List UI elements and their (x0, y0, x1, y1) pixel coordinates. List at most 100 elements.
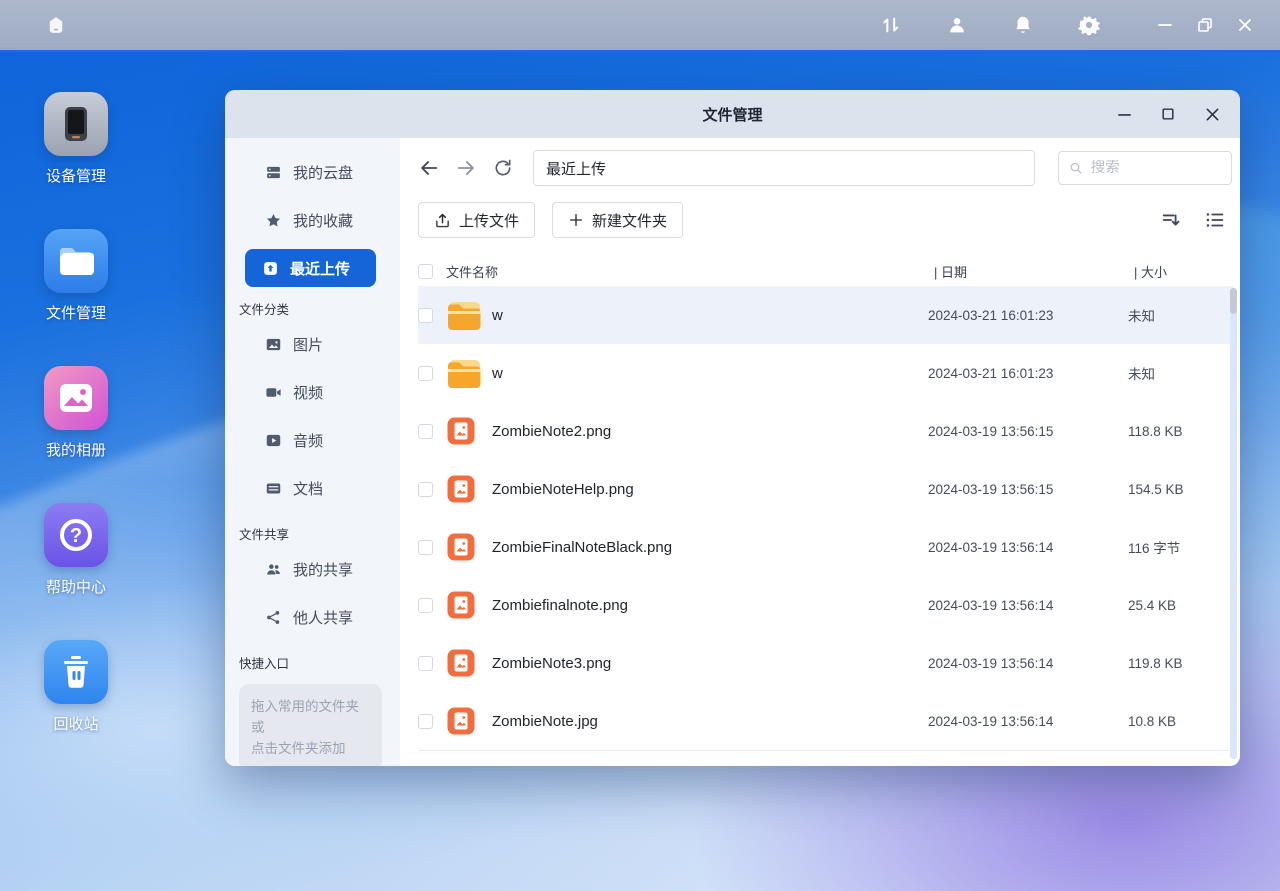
desktop-icon-file-management[interactable]: 文件管理 (34, 229, 118, 323)
sidebar-item-my-shares[interactable]: 我的共享 (225, 545, 400, 593)
row-checkbox[interactable] (418, 714, 433, 729)
table-header: 文件名称 | 日期 | 大小 (418, 256, 1240, 286)
header-file-name[interactable]: 文件名称 (446, 262, 934, 281)
select-all-checkbox[interactable] (418, 264, 433, 279)
sidebar-item-label: 我的收藏 (293, 210, 353, 231)
device-icon (44, 92, 108, 156)
sidebar-item-shared-by-others[interactable]: 他人共享 (225, 593, 400, 641)
table-row[interactable]: ZombieNoteHelp.png 2024-03-19 13:56:15 1… (418, 460, 1234, 518)
back-icon[interactable] (418, 157, 440, 179)
sidebar-item-documents[interactable]: 文档 (225, 464, 400, 512)
table-row[interactable]: ZombieFinalNoteBlack.png 2024-03-19 13:5… (418, 518, 1234, 576)
window-title: 文件管理 (702, 104, 762, 125)
document-icon (265, 480, 282, 497)
desktop-icon-label: 回收站 (53, 713, 98, 734)
image-file-icon (446, 532, 488, 562)
sidebar-item-recent-uploads[interactable]: 最近上传 (245, 249, 376, 287)
sidebar-item-audio[interactable]: 音频 (225, 416, 400, 464)
row-checkbox[interactable] (418, 366, 433, 381)
help-icon: ? (44, 503, 108, 567)
file-date: 2024-03-21 16:01:23 (928, 366, 1128, 381)
desktop-icon-help-center[interactable]: ? 帮助中心 (34, 503, 118, 597)
settings-icon[interactable] (1076, 12, 1102, 38)
forward-icon[interactable] (455, 157, 477, 179)
table-row[interactable]: ZombieNote.jpg 2024-03-19 13:56:14 10.8 … (418, 692, 1234, 750)
video-icon (265, 384, 282, 401)
quick-entry-hint-line2: 点击文件夹添加 (251, 738, 370, 759)
table-row[interactable]: Zombiefinalnote.png 2024-03-19 13:56:14 … (418, 576, 1234, 634)
file-size: 25.4 KB (1128, 598, 1220, 613)
file-date: 2024-03-19 13:56:15 (928, 424, 1128, 439)
sidebar-item-label: 文档 (293, 478, 323, 499)
shell-minimize-icon[interactable] (1156, 16, 1174, 34)
header-date[interactable]: | 日期 (934, 262, 1134, 281)
user-icon[interactable] (944, 12, 970, 38)
list-view-icon[interactable] (1204, 209, 1226, 231)
image-icon (265, 336, 282, 353)
new-folder-button[interactable]: 新建文件夹 (552, 202, 683, 238)
file-size: 119.8 KB (1128, 656, 1220, 671)
star-icon (265, 212, 282, 229)
file-date: 2024-03-19 13:56:14 (928, 714, 1128, 729)
search-input[interactable] (1091, 160, 1221, 176)
file-name: ZombieNote2.png (488, 423, 928, 440)
shell-restore-icon[interactable] (1196, 16, 1214, 34)
row-checkbox[interactable] (418, 424, 433, 439)
desktop-icon-device-management[interactable]: 设备管理 (34, 92, 118, 186)
sidebar: 我的云盘 我的收藏 最近上传 文件分类 图片 视频 音频 文档 文件共享 我的共… (225, 138, 400, 766)
file-name: ZombieNote.jpg (488, 713, 928, 730)
table-row[interactable]: w 2024-03-21 16:01:23 未知 (418, 286, 1234, 344)
row-checkbox[interactable] (418, 540, 433, 555)
plus-icon (568, 212, 584, 228)
trash-icon (44, 640, 108, 704)
table-row[interactable]: ZombieNote2.png 2024-03-19 13:56:15 118.… (418, 402, 1234, 460)
notification-icon[interactable] (1010, 12, 1036, 38)
maximize-icon[interactable] (1158, 104, 1178, 124)
table-row[interactable]: ZombieNote3.png 2024-03-19 13:56:14 119.… (418, 634, 1234, 692)
header-size[interactable]: | 大小 (1134, 262, 1226, 281)
upload-file-button[interactable]: 上传文件 (418, 202, 535, 238)
file-name: Zombiefinalnote.png (488, 597, 928, 614)
row-checkbox[interactable] (418, 656, 433, 671)
quick-entry-dropzone[interactable]: 拖入常用的文件夹或 点击文件夹添加 (239, 684, 382, 766)
sort-icon[interactable] (1160, 209, 1182, 231)
scrollbar-track[interactable] (1230, 288, 1237, 759)
file-manager-window: 文件管理 我的云盘 我的收藏 最近上传 文件分类 图片 (225, 90, 1240, 766)
shell-close-icon[interactable] (1236, 16, 1254, 34)
window-titlebar[interactable]: 文件管理 (225, 90, 1240, 138)
file-size: 118.8 KB (1128, 424, 1220, 439)
folder-icon (446, 300, 488, 331)
svg-text:?: ? (70, 525, 82, 547)
upload-icon (434, 212, 451, 229)
folder-app-icon (44, 229, 108, 293)
upload-file-label: 上传文件 (459, 210, 519, 231)
main-pane: 上传文件 新建文件夹 文件名称 | 日期 (400, 138, 1240, 766)
row-checkbox[interactable] (418, 482, 433, 497)
sidebar-item-label: 图片 (293, 334, 323, 355)
desktop-icon-recycle-bin[interactable]: 回收站 (34, 640, 118, 734)
sidebar-item-videos[interactable]: 视频 (225, 368, 400, 416)
table-row[interactable]: w 2024-03-21 16:01:23 未知 (418, 344, 1234, 402)
quick-entry-hint-line1: 拖入常用的文件夹或 (251, 696, 370, 738)
desktop-icon-label: 文件管理 (46, 302, 106, 323)
row-checkbox[interactable] (418, 308, 433, 323)
search-box[interactable] (1058, 151, 1232, 185)
desktop-icons: 设备管理 文件管理 我的相册 ? 帮助中心 回收站 (34, 92, 118, 734)
close-icon[interactable] (1202, 104, 1222, 124)
sidebar-item-pictures[interactable]: 图片 (225, 320, 400, 368)
transfer-icon[interactable] (878, 12, 904, 38)
scrollbar-thumb[interactable] (1230, 288, 1237, 314)
path-breadcrumb-input[interactable] (533, 150, 1035, 186)
row-checkbox[interactable] (418, 598, 433, 613)
minimize-icon[interactable] (1114, 104, 1134, 124)
home-icon[interactable] (44, 13, 68, 37)
file-name: ZombieNoteHelp.png (488, 481, 928, 498)
desktop-icon-my-albums[interactable]: 我的相册 (34, 366, 118, 460)
upload-box-icon (262, 260, 279, 277)
sidebar-item-my-cloud-drive[interactable]: 我的云盘 (225, 148, 400, 196)
sidebar-item-my-favorites[interactable]: 我的收藏 (225, 196, 400, 244)
refresh-icon[interactable] (492, 157, 514, 179)
sidebar-item-label: 最近上传 (290, 258, 350, 279)
desktop-icon-label: 我的相册 (46, 439, 106, 460)
new-folder-label: 新建文件夹 (592, 210, 667, 231)
